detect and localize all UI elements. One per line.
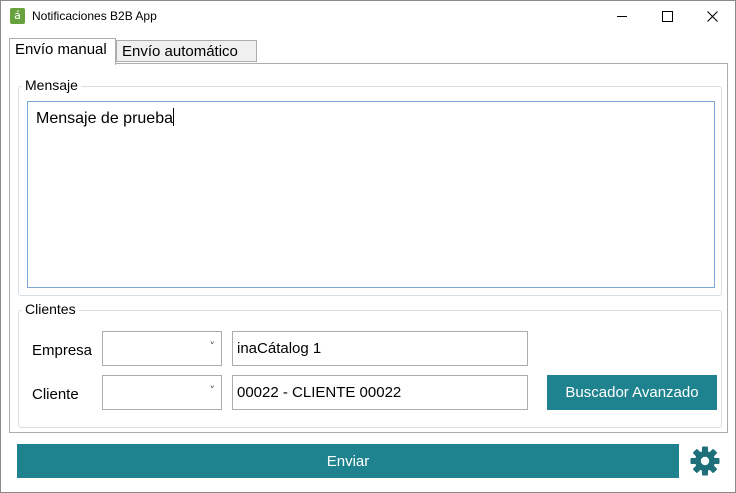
cliente-field[interactable]: 00022 - CLIENTE 00022 (232, 375, 528, 410)
clientes-group: Clientes Empresa ˅ inaCátalog 1 Cliente … (18, 301, 722, 428)
chevron-down-icon: ˅ (209, 384, 216, 397)
settings-button[interactable] (689, 444, 721, 478)
gear-icon (690, 446, 720, 476)
tab-panel: Mensaje Mensaje de prueba Clientes Empre… (9, 63, 728, 433)
empresa-field[interactable]: inaCátalog 1 (232, 331, 528, 366)
chevron-down-icon: ˅ (209, 340, 216, 353)
maximize-icon (661, 11, 673, 22)
empresa-combo[interactable]: ˅ (102, 331, 222, 366)
app-window: á Notificaciones B2B App Envío manual En… (0, 0, 736, 493)
mensaje-group: Mensaje Mensaje de prueba (18, 77, 722, 296)
clientes-group-label: Clientes (22, 301, 79, 317)
mensaje-group-label: Mensaje (22, 77, 81, 93)
title-bar[interactable]: á Notificaciones B2B App (1, 1, 735, 32)
text-caret (172, 108, 174, 126)
cliente-label: Cliente (32, 386, 79, 403)
message-textarea[interactable]: Mensaje de prueba (27, 101, 715, 288)
maximize-button[interactable] (644, 1, 690, 32)
message-text: Mensaje de prueba (36, 110, 173, 127)
minimize-icon (617, 16, 627, 17)
close-icon (706, 11, 718, 22)
buscador-avanzado-button[interactable]: Buscador Avanzado (547, 375, 717, 410)
window-title: Notificaciones B2B App (32, 9, 157, 23)
app-icon: á (10, 8, 25, 24)
enviar-button[interactable]: Enviar (17, 444, 679, 478)
minimize-button[interactable] (599, 1, 645, 32)
empresa-label: Empresa (32, 342, 93, 359)
close-button[interactable] (689, 1, 735, 32)
cliente-combo[interactable]: ˅ (102, 375, 222, 410)
tab-envio-manual[interactable]: Envío manual (9, 38, 116, 65)
tab-envio-automatico[interactable]: Envío automático (116, 40, 257, 62)
